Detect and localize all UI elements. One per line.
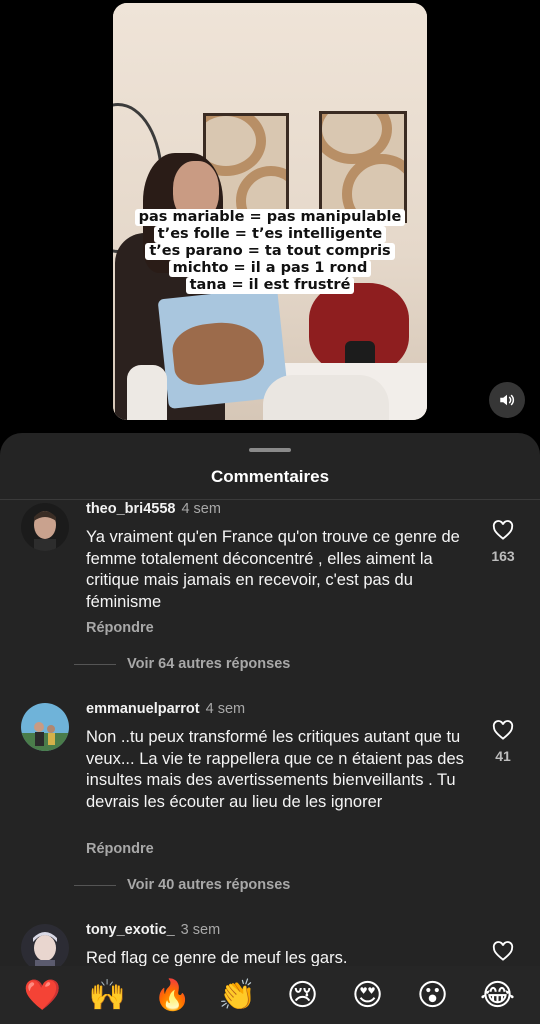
sheet-drag-handle[interactable] xyxy=(249,448,291,452)
caption-line: t’es parano = ta tout compris xyxy=(145,243,395,260)
divider xyxy=(74,663,116,665)
caption-line: t’es folle = t’es intelligente xyxy=(153,226,387,243)
emoji-raised-hands-button[interactable]: 🙌 xyxy=(86,978,130,1013)
view-more-replies-label: Voir 40 autres réponses xyxy=(127,877,291,893)
emoji-reaction-bar: ❤️ 🙌 🔥 👏 😢 😍 😮 😂 xyxy=(0,966,540,1024)
like-button[interactable] xyxy=(490,941,516,966)
heart-icon xyxy=(492,520,514,540)
comments-sheet: Commentaires theo_bri4558 4 sem Ya vraime… xyxy=(0,433,540,1024)
view-more-replies-label: Voir 64 autres réponses xyxy=(127,656,291,672)
chair xyxy=(263,375,389,420)
comment-time: 4 sem xyxy=(181,501,221,517)
chair xyxy=(127,365,167,420)
sheet-title: Commentaires xyxy=(210,467,330,486)
comment-header: emmanuelparrot 4 sem xyxy=(86,701,245,717)
comment-text: Ya vraiment qu'en France qu'on trouve ce… xyxy=(86,528,460,611)
caption-line: pas mariable = pas manipulable xyxy=(134,209,406,226)
caption-line: michto = il a pas 1 rond xyxy=(168,260,372,277)
avatar-image xyxy=(21,703,69,751)
caption-line: tana = il est frustré xyxy=(185,277,355,294)
comment-username[interactable]: emmanuelparrot xyxy=(86,701,200,717)
heart-icon xyxy=(492,941,514,961)
avatar-image xyxy=(21,924,69,972)
like-button[interactable] xyxy=(490,720,516,745)
avatar[interactable] xyxy=(21,503,69,551)
comment-time: 3 sem xyxy=(180,922,221,938)
emoji-crying-button[interactable]: 😢 xyxy=(281,978,325,1013)
emoji-surprised-button[interactable]: 😮 xyxy=(411,978,455,1013)
view-more-replies[interactable]: Voir 40 autres réponses xyxy=(74,877,290,893)
comment-time: 4 sem xyxy=(205,701,246,717)
speaker-volume-icon xyxy=(500,394,515,406)
avatar-image xyxy=(21,503,69,551)
reply-button[interactable]: Répondre xyxy=(86,841,154,857)
like-count: 41 xyxy=(495,748,511,764)
comment-header: tony_exotic_ 3 sem xyxy=(86,922,220,938)
avatar[interactable] xyxy=(21,924,69,972)
divider xyxy=(74,884,116,886)
comment-text: Non ..tu peux transformé les critiques a… xyxy=(86,728,464,811)
emoji-laughing-button[interactable]: 😂 xyxy=(476,978,520,1013)
sound-button[interactable] xyxy=(489,382,525,418)
reply-button[interactable]: Répondre xyxy=(86,620,154,636)
like-count: 163 xyxy=(491,548,515,564)
emoji-heart-button[interactable]: ❤️ xyxy=(21,978,65,1013)
video-player[interactable]: pas mariable = pas manipulable t’es foll… xyxy=(113,3,427,420)
avatar[interactable] xyxy=(21,703,69,751)
divider xyxy=(0,499,540,500)
comment-username[interactable]: theo_bri4558 xyxy=(86,501,175,517)
heart-icon xyxy=(492,720,514,740)
like-button[interactable] xyxy=(490,520,516,545)
emoji-clap-button[interactable]: 👏 xyxy=(216,978,260,1013)
video-caption: pas mariable = pas manipulable t’es foll… xyxy=(113,209,427,294)
emoji-fire-button[interactable]: 🔥 xyxy=(151,978,195,1013)
view-more-replies[interactable]: Voir 64 autres réponses xyxy=(74,656,290,672)
emoji-heart-eyes-button[interactable]: 😍 xyxy=(346,978,390,1013)
comment-username[interactable]: tony_exotic_ xyxy=(86,922,175,938)
wall-art-right xyxy=(319,111,407,223)
comment-header: theo_bri4558 4 sem xyxy=(86,501,221,517)
